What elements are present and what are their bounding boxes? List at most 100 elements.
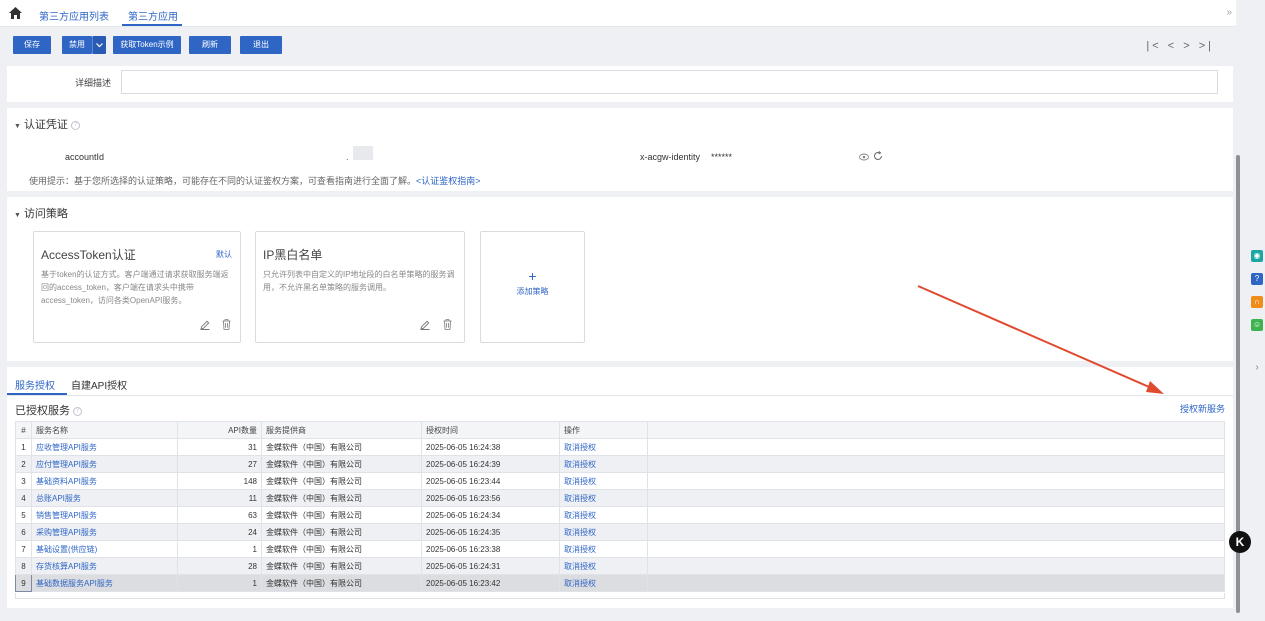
auth-section-title[interactable]: ▼ 认证凭证? <box>14 116 80 132</box>
cancel-auth-link[interactable]: 取消授权 <box>559 438 648 456</box>
service-name-link[interactable]: 基础设置(供应链) <box>31 540 178 558</box>
filler-cell <box>647 540 1225 558</box>
api-count: 11 <box>177 489 262 507</box>
default-badge: 默认 <box>216 250 232 259</box>
delete-icon[interactable] <box>443 319 452 330</box>
get-token-example-button[interactable]: 获取Token示例 <box>113 36 181 54</box>
save-button[interactable]: 保存 <box>13 36 51 54</box>
edit-icon[interactable] <box>200 320 210 330</box>
cancel-auth-link[interactable]: 取消授权 <box>559 455 648 473</box>
service-provider: 金蝶软件（中国）有限公司 <box>261 472 422 490</box>
identity-value: ****** <box>711 152 733 162</box>
edit-icon[interactable] <box>420 320 430 330</box>
auth-tip-text: 使用提示：基于您所选择的认证策略，可能存在不同的认证鉴权方案，可查看指南进行全面… <box>29 176 417 186</box>
cancel-auth-link[interactable]: 取消授权 <box>559 506 648 524</box>
disable-button[interactable]: 禁用 <box>62 36 92 54</box>
add-policy-label: 添加策略 <box>516 287 549 296</box>
column-header[interactable]: API数量 <box>177 421 262 439</box>
record-pager[interactable]: |< < > >| <box>1146 40 1214 52</box>
auth-time: 2025-06-05 16:23:44 <box>421 472 560 490</box>
service-chat-icon[interactable]: ◉ <box>1251 250 1263 262</box>
tab-service-auth[interactable]: 服务授权 <box>15 377 55 392</box>
tab-third-party-app[interactable]: 第三方应用 <box>128 8 178 23</box>
help-question-icon[interactable]: ? <box>1251 273 1263 285</box>
chevron-right-icon[interactable]: › <box>1251 362 1263 376</box>
table-row[interactable]: 1 应收管理API服务 31 金蝶软件（中国）有限公司 2025-06-05 16:24… <box>15 438 1225 456</box>
policy-card-ip-list[interactable]: IP黑白名单 只允许列表中自定义的IP地址段的白名单策略的服务调用，不允许黑名单… <box>255 231 465 343</box>
service-name-link[interactable]: 采购管理API服务 <box>31 523 178 541</box>
api-count: 28 <box>177 557 262 575</box>
table-row[interactable]: 8 存货核算API服务 28 金蝶软件（中国）有限公司 2025-06-05 16:24… <box>15 557 1225 575</box>
delete-icon[interactable] <box>222 319 231 330</box>
auth-time: 2025-06-05 16:24:31 <box>421 557 560 575</box>
help-icon[interactable]: ? <box>73 406 82 416</box>
add-policy-card[interactable]: + 添加策略 <box>480 231 585 343</box>
auth-guide-link[interactable]: <认证鉴权指南> <box>416 176 481 186</box>
collapse-icon[interactable]: » <box>1226 7 1232 18</box>
service-name-link[interactable]: 应收管理API服务 <box>31 438 178 456</box>
table-row[interactable]: 5 销售管理API服务 63 金蝶软件（中国）有限公司 2025-06-05 16:24… <box>15 506 1225 524</box>
policy-card-accesstoken[interactable]: AccessToken认证 默认 基于token的认证方式。客户端通过请求获取服… <box>33 231 241 343</box>
service-provider: 金蝶软件（中国）有限公司 <box>261 506 422 524</box>
disable-dropdown-button[interactable] <box>92 36 106 54</box>
tab-custom-api-auth[interactable]: 自建API授权 <box>71 377 127 392</box>
exit-button[interactable]: 退出 <box>240 36 282 54</box>
authorized-services-title: 已授权服务? <box>15 402 82 418</box>
cancel-auth-link[interactable]: 取消授权 <box>559 523 648 541</box>
filler-cell <box>647 557 1225 575</box>
description-label: 详细描述 <box>75 78 112 88</box>
auth-time: 2025-06-05 16:23:38 <box>421 540 560 558</box>
expand-triangle-icon: ▼ <box>14 212 21 219</box>
filler-cell <box>647 523 1225 541</box>
eye-icon[interactable] <box>859 153 869 161</box>
column-header[interactable]: 服务提供商 <box>261 421 422 439</box>
table-row[interactable]: 3 基础资料API服务 148 金蝶软件（中国）有限公司 2025-06-05 16:2… <box>15 472 1225 490</box>
headset-support-icon[interactable]: ∩ <box>1251 296 1263 308</box>
row-index: 9 <box>15 574 32 592</box>
home-icon[interactable] <box>9 7 22 19</box>
help-icon[interactable]: ? <box>70 120 80 130</box>
service-name-link[interactable]: 存货核算API服务 <box>31 557 178 575</box>
service-name-link[interactable]: 总账API服务 <box>31 489 178 507</box>
cancel-auth-link[interactable]: 取消授权 <box>559 540 648 558</box>
tab-third-party-app-list[interactable]: 第三方应用列表 <box>39 8 109 23</box>
table-row[interactable]: 2 应付管理API服务 27 金蝶软件（中国）有限公司 2025-06-05 16:24… <box>15 455 1225 473</box>
service-provider: 金蝶软件（中国）有限公司 <box>261 574 422 592</box>
toolbar: 保存 禁用 获取Token示例 刷新 退出 |< < > >| <box>0 28 1236 63</box>
service-name-link[interactable]: 销售管理API服务 <box>31 506 178 524</box>
account-id-redacted <box>353 146 373 160</box>
table-header-row: # 服务名称 API数量 服务提供商 授权时间 操作 <box>15 421 1225 439</box>
row-index: 5 <box>15 506 32 524</box>
filler-cell <box>647 506 1225 524</box>
auth-title-text: 认证凭证 <box>23 119 68 131</box>
plus-icon: + <box>528 268 537 284</box>
table-row[interactable]: 6 采购管理API服务 24 金蝶软件（中国）有限公司 2025-06-05 16:24… <box>15 523 1225 541</box>
policy-card-desc: 基于token的认证方式。客户端通过请求获取服务端返回的access_token… <box>41 270 229 305</box>
api-count: 1 <box>177 540 262 558</box>
service-name-link[interactable]: 基础资料API服务 <box>31 472 178 490</box>
cancel-auth-link[interactable]: 取消授权 <box>559 574 648 592</box>
cancel-auth-link[interactable]: 取消授权 <box>559 489 648 507</box>
refresh-icon[interactable] <box>873 151 883 161</box>
column-header[interactable]: 授权时间 <box>421 421 560 439</box>
row-index: 8 <box>15 557 32 575</box>
cancel-auth-link[interactable]: 取消授权 <box>559 472 648 490</box>
service-name-link[interactable]: 基础数据服务API服务 <box>31 574 178 592</box>
service-name-link[interactable]: 应付管理API服务 <box>31 455 178 473</box>
cancel-auth-link[interactable]: 取消授权 <box>559 557 648 575</box>
table-row[interactable]: 7 基础设置(供应链) 1 金蝶软件（中国）有限公司 2025-06-05 16:23:… <box>15 540 1225 558</box>
smiley-feedback-icon[interactable]: ☺ <box>1251 319 1263 331</box>
policy-section-title[interactable]: ▼ 访问策略 <box>14 205 68 221</box>
authorized-services-title-text: 已授权服务 <box>15 405 70 417</box>
table-row[interactable]: 4 总账API服务 11 金蝶软件（中国）有限公司 2025-06-05 16:23:5… <box>15 489 1225 507</box>
row-index: 3 <box>15 472 32 490</box>
row-index: 2 <box>15 455 32 473</box>
service-provider: 金蝶软件（中国）有限公司 <box>261 540 422 558</box>
refresh-button[interactable]: 刷新 <box>189 36 231 54</box>
description-input[interactable] <box>121 70 1218 94</box>
assistant-logo-icon[interactable]: K <box>1229 531 1251 553</box>
column-header[interactable]: 服务名称 <box>31 421 178 439</box>
table-row[interactable]: 9 基础数据服务API服务 1 金蝶软件（中国）有限公司 2025-06-05 16:2… <box>15 574 1225 592</box>
description-panel: 详细描述 <box>7 66 1233 102</box>
auth-usage-tip: 使用提示：基于您所选择的认证策略，可能存在不同的认证鉴权方案，可查看指南进行全面… <box>29 174 481 187</box>
